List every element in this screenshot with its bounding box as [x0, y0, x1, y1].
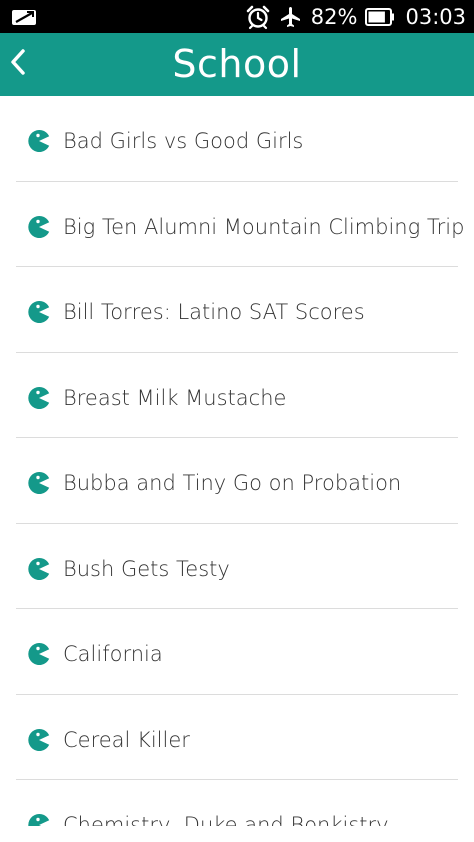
item-list[interactable]: Bad Girls vs Good Girls Big Ten Alumni M… [0, 96, 474, 826]
list-item-label: Bubba and Tiny Go on Probation [63, 471, 402, 495]
status-indicators: 82% 03:03 [245, 0, 466, 33]
list-item[interactable]: Bad Girls vs Good Girls [16, 96, 458, 182]
airplane-icon [279, 5, 303, 29]
list-item-label: California [63, 642, 163, 666]
screen-mirror-icon [10, 7, 38, 27]
list-item-label: Bill Torres: Latino SAT Scores [63, 300, 365, 324]
pacman-icon [28, 814, 50, 826]
pacman-icon [28, 130, 50, 152]
list-item-label: Chemistry, Duke and Bonkistry [63, 813, 389, 826]
page-title: School [172, 42, 302, 86]
list-item-label: Breast Milk Mustache [63, 385, 287, 410]
back-button[interactable] [0, 33, 36, 96]
status-bar: 82% 03:03 [0, 0, 474, 33]
pacman-icon [28, 386, 50, 409]
list-bottom-edge [0, 826, 474, 842]
pacman-icon [28, 557, 50, 580]
list-item-label: Bush Gets Testy [63, 556, 230, 581]
app-bar: School [0, 33, 474, 96]
battery-percent: 82% [310, 4, 358, 29]
list-item[interactable]: Bubba and Tiny Go on Probation [16, 438, 458, 524]
battery-icon [365, 7, 395, 26]
pacman-icon [28, 215, 50, 238]
clock: 03:03 [405, 4, 466, 29]
list-item-label: Cereal Killer [63, 727, 190, 752]
alarm-clock-icon [245, 4, 271, 30]
list-item[interactable]: Breast Milk Mustache [16, 353, 458, 438]
battery-fill [368, 11, 386, 22]
pacman-icon [28, 472, 50, 494]
list-item[interactable]: Bill Torres: Latino SAT Scores [16, 267, 458, 353]
pacman-icon [28, 728, 50, 751]
list-item[interactable]: Big Ten Alumni Mountain Climbing Trip [16, 182, 464, 267]
list-item[interactable]: Cereal Killer [16, 695, 458, 780]
list-item[interactable]: Chemistry, Duke and Bonkistry [16, 780, 458, 826]
list-item-label: Bad Girls vs Good Girls [63, 129, 304, 153]
pacman-icon [28, 301, 50, 323]
list-item[interactable]: Bush Gets Testy [16, 524, 458, 609]
list-item-label: Big Ten Alumni Mountain Climbing Trip [63, 214, 465, 239]
pacman-icon [28, 643, 50, 665]
list-item[interactable]: California [16, 609, 458, 695]
chevron-left-icon [10, 49, 26, 80]
